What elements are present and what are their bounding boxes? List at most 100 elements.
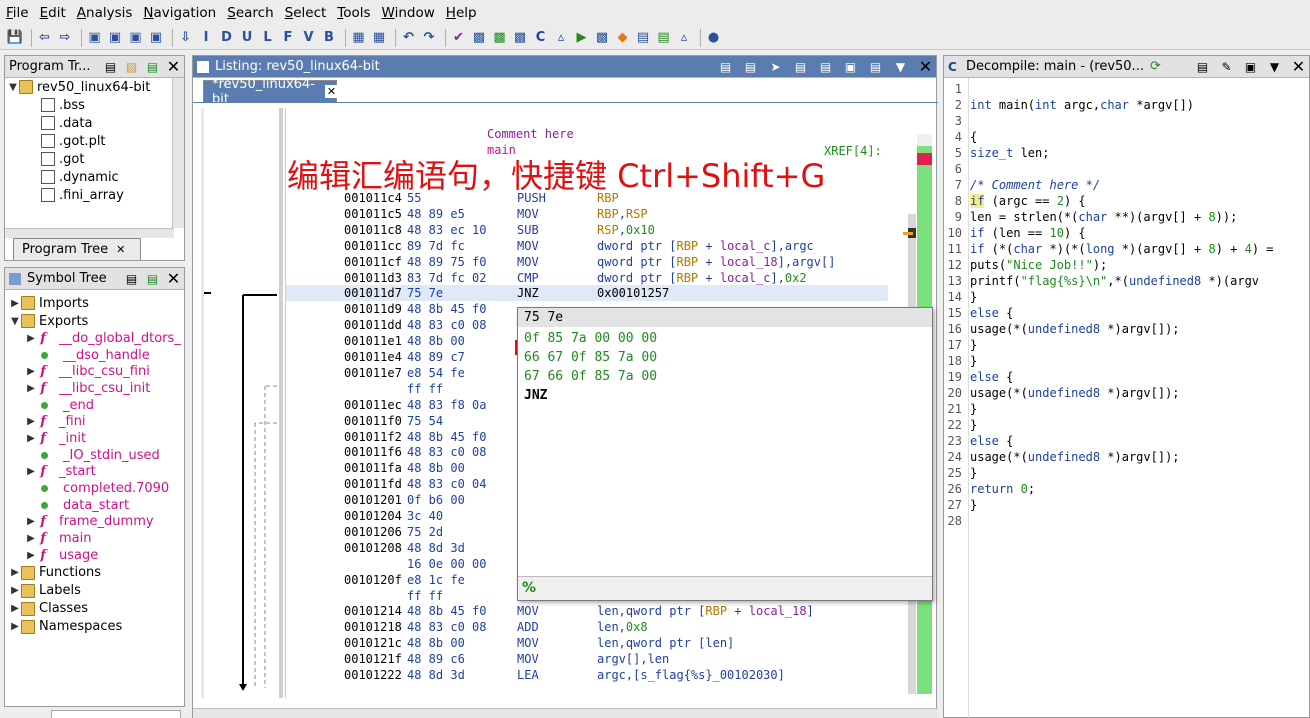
refresh-icon[interactable]: ⟳ <box>1150 59 1161 74</box>
decompile-line[interactable]: 8 if (argc == 2) { <box>944 194 1310 210</box>
menu-select[interactable]: Select <box>285 5 327 21</box>
expand-icon[interactable]: ▶ <box>25 533 37 544</box>
symbol-category-namespaces[interactable]: ▶ Namespaces <box>9 618 184 636</box>
listing-row[interactable]: 001011c8 48 83 ec 10 SUB RSP,0x10 <box>286 222 888 238</box>
listing-row[interactable]: 001011c5 48 89 e5 MOV RBP,RSP <box>286 206 888 222</box>
expand-icon[interactable]: ▶ <box>25 433 37 444</box>
memory-icon[interactable]: ▩ <box>593 29 611 47</box>
run-icon[interactable]: ▶ <box>573 29 591 47</box>
toolbar-letter-l[interactable]: L <box>259 29 277 47</box>
decompile-line[interactable]: 27} <box>944 498 1310 514</box>
decompile-line[interactable]: 22 } <box>944 418 1310 434</box>
decompile-line[interactable]: 5 size_t len; <box>944 146 1310 162</box>
expand-icon[interactable]: ▶ <box>25 383 37 394</box>
export-icon[interactable]: ▤ <box>655 29 673 47</box>
nav-icon-1[interactable]: ▣ <box>86 29 104 47</box>
decompile-line[interactable]: 21 } <box>944 402 1310 418</box>
decompile-line[interactable]: 4{ <box>944 130 1310 146</box>
decompile-line[interactable]: 12 puts("Nice Job!!"); <box>944 258 1310 274</box>
symbol-export-item[interactable]: ▶ f __libc_csu_init <box>9 380 184 397</box>
menu-tools[interactable]: Tools <box>337 5 370 21</box>
expand-icon[interactable]: ▶ <box>25 333 37 344</box>
listing-row[interactable]: 001011d3 83 7d fc 02 CMP dword ptr [RBP + l… <box>286 270 888 286</box>
symbol-export-item[interactable]: completed.7090 <box>9 480 184 497</box>
forward-icon[interactable]: ⇨ <box>56 29 74 47</box>
expand-icon[interactable]: ▶ <box>9 603 21 614</box>
symbol-category-functions[interactable]: ▶ Functions <box>9 564 184 582</box>
symbol-export-item[interactable]: ▶ f _fini <box>9 413 184 430</box>
copy-icon[interactable]: ▤ <box>1194 58 1211 75</box>
listing-row[interactable]: 00101218 48 83 c0 08 ADD len,0x8 <box>286 619 888 635</box>
clear-icon[interactable]: ▦ <box>350 29 368 47</box>
edit-icon[interactable]: ✎ <box>1218 58 1235 75</box>
tab-close-icon[interactable]: ✕ <box>324 85 339 98</box>
nav-icon-2[interactable]: ▣ <box>106 29 124 47</box>
expand-icon[interactable]: ▶ <box>9 298 21 309</box>
menu-file[interactable]: File <box>6 5 29 21</box>
expand-icon[interactable]: ▶ <box>9 585 21 596</box>
decompile-code[interactable]: 1 2 int main(int argc,char *argv[]) 3 4{5 si… <box>944 82 1310 702</box>
graph-icon[interactable]: ▵ <box>552 29 570 47</box>
decompile-line[interactable]: 23 else { <box>944 434 1310 450</box>
decompile-line[interactable]: 19 else { <box>944 370 1310 386</box>
paste-icon[interactable]: ▤ <box>742 58 759 75</box>
listing-row[interactable]: 0010121c 48 8b 00 MOV len,qword ptr [len] <box>286 635 888 651</box>
toolbar-letter-d[interactable]: D <box>218 29 236 47</box>
menu-edit[interactable]: Edit <box>40 5 66 21</box>
snapshot-icon[interactable]: ▣ <box>842 58 859 75</box>
symbol-export-item[interactable]: ▶ f main <box>9 530 184 547</box>
tab-close-icon[interactable]: ✕ <box>116 243 125 256</box>
decompile-line[interactable]: 26 return 0; <box>944 482 1310 498</box>
tab-program-tree[interactable]: Program Tree ✕ <box>13 238 141 260</box>
symbol-category-labels[interactable]: ▶ Labels <box>9 582 184 600</box>
symbol-export-item[interactable]: ▶ f usage <box>9 547 184 564</box>
popup-option[interactable]: 0f 85 7a 00 00 00 <box>524 329 932 348</box>
symbol-export-item[interactable]: _IO_stdin_used <box>9 447 184 464</box>
symbol-category-classes[interactable]: ▶ Classes <box>9 600 184 618</box>
copy-icon[interactable]: ▤ <box>717 58 734 75</box>
open-folder-icon[interactable]: ▧ <box>123 58 140 75</box>
listing-row[interactable]: 00101214 48 8b 45 f0 MOV len,qword ptr [RBP… <box>286 603 888 619</box>
symbol-filter-input[interactable] <box>51 710 181 718</box>
expand-icon[interactable]: ▶ <box>9 567 21 578</box>
close-icon[interactable]: ✕ <box>165 57 182 76</box>
patch-icon[interactable]: ▦ <box>370 29 388 47</box>
menu-window[interactable]: Window <box>382 5 435 21</box>
expand-icon[interactable]: ▶ <box>25 466 37 477</box>
menu-analysis[interactable]: Analysis <box>77 5 133 21</box>
menu-search[interactable]: Search <box>227 5 273 21</box>
save-icon[interactable]: 💾 <box>6 29 24 47</box>
expand-icon[interactable]: ▶ <box>25 366 37 377</box>
decompile-line[interactable]: 3 <box>944 114 1310 130</box>
program-tree-hscrollbar[interactable] <box>5 228 174 238</box>
program-tree-scrollbar[interactable] <box>172 78 184 228</box>
program-tree-item[interactable]: .bss <box>5 96 184 114</box>
decompile-line[interactable]: 20 usage(*(undefined8 *)argv[]); <box>944 386 1310 402</box>
decompile-line[interactable]: 7 /* Comment here */ <box>944 178 1310 194</box>
program-tree-item[interactable]: .dynamic <box>5 168 184 186</box>
cursor-icon[interactable]: ➤ <box>767 58 784 75</box>
expand-icon[interactable]: ▶ <box>9 621 21 632</box>
popup-option[interactable]: 66 67 0f 85 7a 00 <box>524 348 932 367</box>
filter-icon[interactable]: ▤ <box>123 270 140 287</box>
decompile-line[interactable]: 25 } <box>944 466 1310 482</box>
tab-listing-file[interactable]: *rev50_linux64-bit ✕ <box>203 77 339 107</box>
popup-mnemonic[interactable]: JNZ <box>518 386 932 405</box>
snapshot-icon[interactable]: ▣ <box>1242 58 1259 75</box>
check-icon[interactable]: ✔ <box>450 29 468 47</box>
symbol-export-item[interactable]: ▶ f frame_dummy <box>9 514 184 531</box>
program-tree-item[interactable]: .data <box>5 114 184 132</box>
nav-icon-3[interactable]: ▣ <box>127 29 145 47</box>
new-folder-icon[interactable]: ▤ <box>102 58 119 75</box>
decompile-line[interactable]: 2 int main(int argc,char *argv[]) <box>944 98 1310 114</box>
dropdown-icon[interactable]: ▼ <box>1266 58 1283 75</box>
decompile-line[interactable]: 10 if (len == 10) { <box>944 226 1310 242</box>
decompile-line[interactable]: 15 else { <box>944 306 1310 322</box>
decompile-line[interactable]: 1 <box>944 82 1310 98</box>
program-tree-root[interactable]: ▼ rev50_linux64-bit <box>5 78 184 96</box>
listing-row[interactable]: 001011cf 48 89 75 f0 MOV qword ptr [RBP + l… <box>286 254 888 270</box>
decompile-line[interactable]: 17 } <box>944 338 1310 354</box>
symbol-export-item[interactable]: ▶ f __do_global_dtors_ <box>9 330 184 347</box>
tool-icon-1[interactable]: ▩ <box>470 29 488 47</box>
close-icon[interactable]: ✕ <box>1290 57 1307 76</box>
